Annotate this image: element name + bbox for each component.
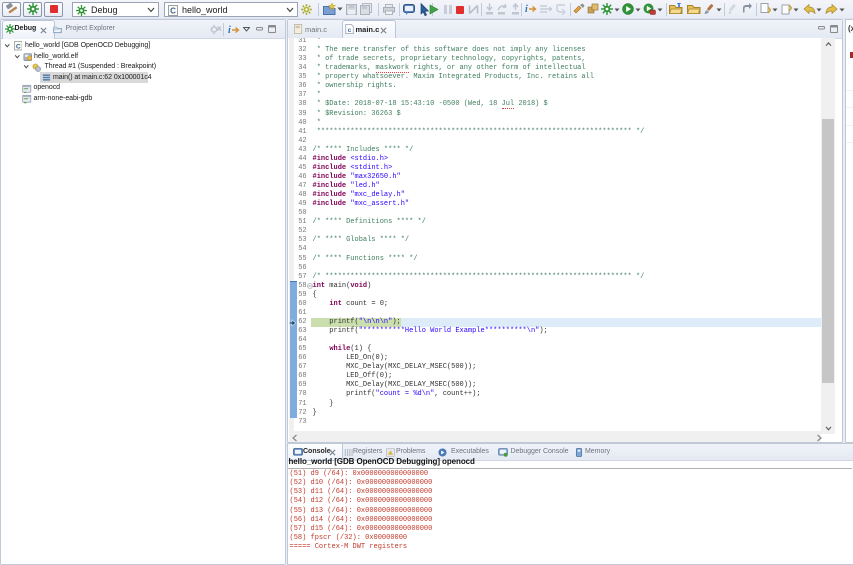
svg-text:C: C [15, 44, 20, 51]
svg-text:i: i [525, 4, 528, 15]
svg-text:i: i [228, 25, 231, 36]
svg-text:C: C [170, 7, 176, 16]
svg-text:c: c [348, 27, 352, 34]
